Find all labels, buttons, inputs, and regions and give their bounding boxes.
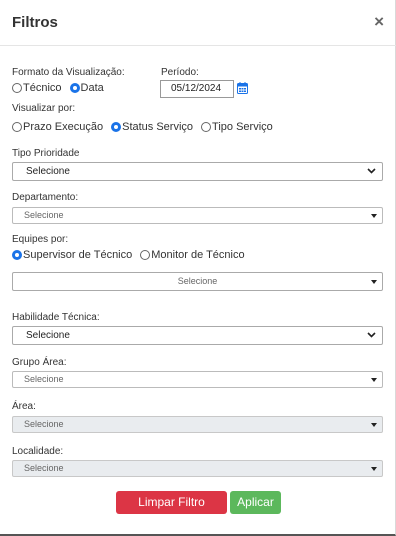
area-select: Selecione [12, 416, 383, 433]
radio-icon[interactable] [12, 83, 22, 93]
close-icon[interactable]: × [374, 13, 384, 31]
departamento-label: Departamento: [12, 192, 79, 203]
visualizar-option-tipo[interactable]: Tipo Serviço [201, 121, 273, 133]
radio-icon[interactable] [140, 250, 151, 260]
radio-selected-icon[interactable] [69, 83, 80, 93]
localidade-select: Selecione [12, 460, 383, 477]
calendar-icon[interactable] [237, 82, 248, 94]
departamento-select[interactable]: Selecione [12, 207, 383, 224]
modal-header: Filtros × [0, 0, 396, 46]
visualizar-option-prazo[interactable]: Prazo Execução [12, 121, 103, 133]
periodo-label: Período: [161, 67, 199, 78]
filters-modal: Filtros × Formato da Visualização: Técni… [0, 0, 396, 536]
habilidade-select[interactable]: Selecione [12, 326, 383, 345]
habilidade-label: Habilidade Técnica: [12, 312, 100, 323]
caret-down-icon [371, 378, 377, 382]
grupo-area-select[interactable]: Selecione [12, 371, 383, 388]
grupo-area-label: Grupo Área: [12, 357, 67, 368]
caret-down-icon [371, 423, 377, 427]
radio-selected-icon[interactable] [111, 122, 122, 132]
visualizar-radio-group: Prazo Execução Status Serviço Tipo Servi… [12, 121, 281, 133]
formato-option-data[interactable]: Data [69, 82, 104, 94]
formato-label: Formato da Visualização: [12, 67, 125, 78]
area-label: Área: [12, 401, 36, 412]
equipes-radio-group: Supervisor de Técnico Monitor de Técnico [12, 249, 253, 261]
radio-icon[interactable] [12, 122, 22, 132]
modal-title: Filtros [12, 14, 58, 31]
visualizar-option-status[interactable]: Status Serviço [111, 121, 193, 133]
localidade-label: Localidade: [12, 446, 64, 457]
formato-radio-group: Técnico Data [12, 82, 112, 94]
apply-button[interactable]: Aplicar [230, 491, 281, 514]
tipo-prioridade-select[interactable]: Selecione [12, 162, 383, 181]
visualizar-label: Visualizar por: [12, 103, 76, 114]
equipes-option-supervisor[interactable]: Supervisor de Técnico [12, 249, 132, 261]
equipes-option-monitor[interactable]: Monitor de Técnico [140, 249, 245, 261]
equipes-label: Equipes por: [12, 234, 69, 245]
caret-down-icon [371, 214, 377, 218]
chevron-down-icon [367, 168, 376, 174]
radio-selected-icon[interactable] [12, 250, 22, 260]
equipes-select[interactable]: Selecione [12, 272, 383, 291]
chevron-down-icon [367, 332, 376, 338]
caret-down-icon [371, 467, 377, 471]
tipo-prioridade-label: Tipo Prioridade [12, 148, 80, 159]
radio-icon[interactable] [201, 122, 212, 132]
caret-down-icon [371, 280, 377, 284]
clear-filter-button[interactable]: Limpar Filtro [116, 491, 227, 514]
periodo-date-input[interactable]: 05/12/2024 [160, 80, 234, 98]
formato-option-tecnico[interactable]: Técnico [12, 82, 62, 94]
